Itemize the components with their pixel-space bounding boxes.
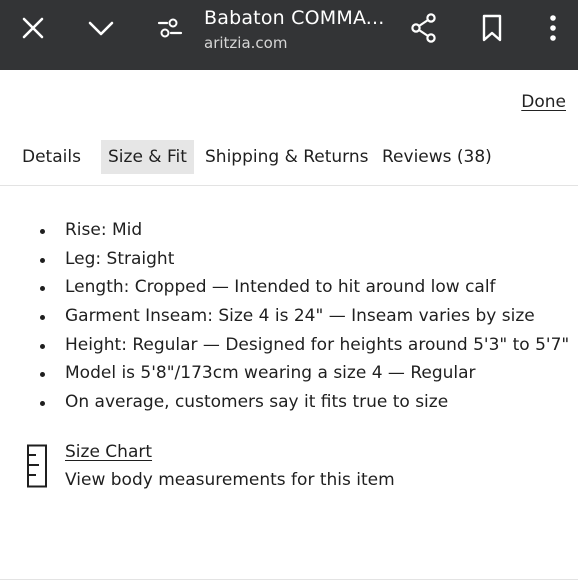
size-fit-list: Rise: Mid Leg: Straight Length: Cropped … — [0, 216, 569, 417]
close-icon[interactable] — [14, 0, 52, 56]
ruler-icon — [26, 444, 48, 488]
browser-top-bar: Babaton COMMA... aritzia.com — [0, 0, 578, 70]
list-item: Length: Cropped — Intended to hit around… — [0, 273, 569, 302]
more-vert-icon[interactable] — [535, 0, 571, 56]
tab-bar: Details Size & Fit Shipping & Returns Re… — [0, 140, 578, 186]
list-item: Model is 5'8"/173cm wearing a size 4 — R… — [0, 359, 569, 388]
list-item: Leg: Straight — [0, 245, 569, 274]
tab-reviews[interactable]: Reviews (38) — [382, 140, 492, 174]
tab-size-fit[interactable]: Size & Fit — [101, 140, 194, 174]
chevron-down-icon[interactable] — [82, 0, 120, 56]
share-icon[interactable] — [404, 0, 444, 56]
size-chart-description: View body measurements for this item — [65, 470, 395, 490]
list-item: Rise: Mid — [0, 216, 569, 245]
list-item: On average, customers say it fits true t… — [0, 388, 569, 417]
tab-shipping-returns[interactable]: Shipping & Returns — [205, 140, 369, 174]
bookmark-icon[interactable] — [472, 0, 512, 56]
size-chart-link[interactable]: Size Chart — [65, 440, 152, 464]
list-item: Garment Inseam: Size 4 is 24" — Inseam v… — [0, 302, 569, 331]
list-item: Height: Regular — Designed for heights a… — [0, 331, 569, 360]
done-button[interactable]: Done — [521, 92, 566, 112]
page-domain: aritzia.com — [204, 34, 288, 52]
page-title-block[interactable]: Babaton COMMA... aritzia.com — [204, 6, 394, 53]
tab-details[interactable]: Details — [22, 140, 81, 174]
tune-icon[interactable] — [152, 0, 188, 56]
page-title: Babaton COMMA... — [204, 7, 385, 29]
